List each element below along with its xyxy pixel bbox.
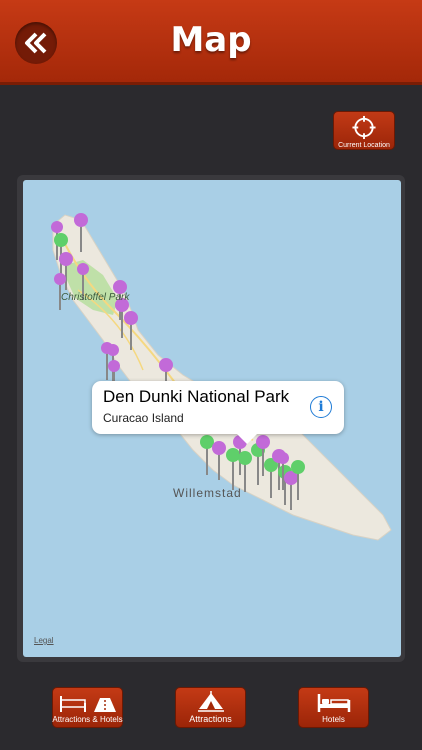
bed-icon — [317, 694, 350, 712]
attractions-hotels-button[interactable]: Attractions & Hotels — [52, 687, 123, 728]
current-location-label: Current Location — [338, 142, 390, 149]
legal-link[interactable]: Legal — [34, 636, 54, 645]
tent-icon — [197, 691, 224, 712]
callout-subtitle: Curacao Island — [103, 411, 184, 425]
bed-and-road-icon — [59, 696, 116, 712]
attractions-label: Attractions — [189, 714, 232, 724]
callout-title: Den Dunki National Park — [103, 387, 290, 406]
attractions-button[interactable]: Attractions — [175, 687, 246, 728]
hotels-label: Hotels — [322, 715, 345, 724]
crosshair-icon — [352, 115, 376, 140]
attractions-hotels-label: Attractions & Hotels — [52, 715, 123, 724]
page-title: Map — [170, 20, 252, 60]
current-location-button[interactable]: Current Location — [333, 111, 395, 150]
info-icon[interactable]: i — [310, 396, 332, 418]
park-label: Christoffel Park — [61, 292, 130, 303]
hotels-button[interactable]: Hotels — [298, 687, 369, 728]
city-label: Willemstad — [173, 486, 242, 500]
top-bar: Map — [0, 0, 422, 85]
map-callout[interactable]: Den Dunki National Park Curacao Island i — [92, 381, 344, 444]
